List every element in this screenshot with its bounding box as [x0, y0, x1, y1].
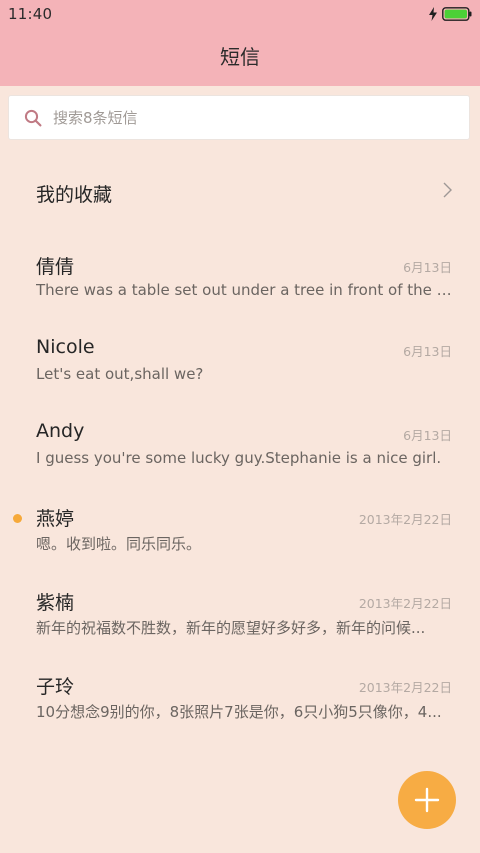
conversation-item[interactable]: Andy 6月13日 I guess you're some lucky guy…	[0, 420, 480, 504]
chevron-right-icon	[443, 182, 452, 198]
search-input[interactable]	[53, 96, 453, 139]
conversation-name: 紫楠	[36, 592, 75, 614]
conversation-date: 6月13日	[403, 344, 452, 359]
favorites-row[interactable]: 我的收藏	[0, 148, 480, 232]
conversation-date: 6月13日	[403, 260, 452, 275]
conversation-name: Nicole	[36, 336, 95, 358]
conversation-item[interactable]: 燕婷 2013年2月22日 嗯。收到啦。同乐同乐。	[0, 504, 480, 588]
new-message-button[interactable]	[398, 771, 456, 829]
conversation-item[interactable]: 子玲 2013年2月22日 10分想念9别的你，8张照片7张是你，6只小狗5只像…	[0, 672, 480, 756]
conversation-preview: 10分想念9别的你，8张照片7张是你，6只小狗5只像你，4...	[36, 703, 442, 721]
conversation-name: Andy	[36, 420, 85, 442]
conversation-item[interactable]: 紫楠 2013年2月22日 新年的祝福数不胜数，新年的愿望好多好多，新年的问候.…	[0, 588, 480, 672]
plus-icon	[414, 787, 440, 813]
app-header: 短信	[0, 28, 480, 86]
conversation-preview: 嗯。收到啦。同乐同乐。	[36, 535, 202, 553]
conversation-name: 倩倩	[36, 256, 75, 278]
conversation-date: 2013年2月22日	[358, 680, 452, 695]
conversation-preview: 新年的祝福数不胜数，新年的愿望好多好多，新年的问候...	[36, 619, 426, 637]
conversation-date: 2013年2月22日	[358, 512, 452, 527]
battery-icon	[442, 7, 472, 21]
conversation-name: 子玲	[36, 676, 75, 698]
search-icon	[24, 109, 42, 127]
conversation-item[interactable]: Nicole 6月13日 Let's eat out,shall we?	[0, 336, 480, 420]
conversation-date: 2013年2月22日	[358, 596, 452, 611]
status-time: 11:40	[8, 5, 53, 23]
conversation-item[interactable]: 倩倩 6月13日 There was a table set out under…	[0, 252, 480, 336]
unread-dot-icon	[13, 514, 22, 523]
page-title: 短信	[220, 45, 260, 69]
status-bar: 11:40	[0, 0, 480, 28]
conversation-preview: There was a table set out under a tree i…	[36, 281, 452, 299]
charging-icon	[429, 7, 437, 21]
conversation-preview: Let's eat out,shall we?	[36, 365, 204, 383]
conversation-preview: I guess you're some lucky guy.Stephanie …	[36, 449, 442, 467]
search-bar[interactable]	[8, 95, 470, 140]
conversation-date: 6月13日	[403, 428, 452, 443]
status-icons	[428, 6, 472, 22]
conversation-name: 燕婷	[36, 508, 75, 530]
favorites-label: 我的收藏	[36, 184, 113, 206]
